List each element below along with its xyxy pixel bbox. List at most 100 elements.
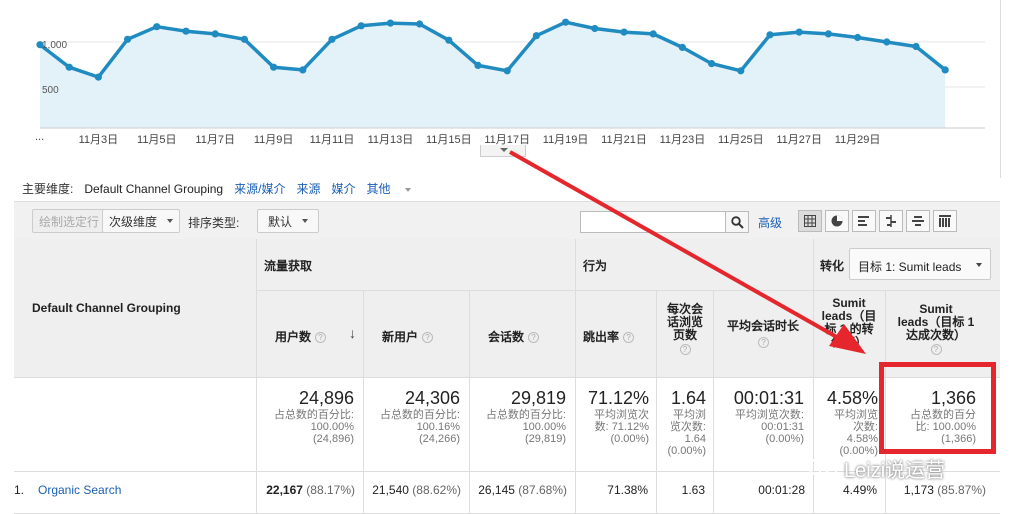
total-users-value: 24,896: [298, 388, 354, 408]
data-point[interactable]: [445, 36, 453, 44]
data-point[interactable]: [94, 73, 102, 81]
data-point[interactable]: [503, 67, 511, 75]
total-avg-duration-cell: 00:01:31 平均浏览次数: 00:01:31 (0.00%): [714, 378, 814, 472]
data-point[interactable]: [591, 24, 599, 33]
x-tick-label: 11月23日: [659, 134, 706, 146]
row-number: 1.: [14, 483, 25, 497]
sort-type-label: 排序类型:: [188, 216, 240, 230]
data-point[interactable]: [357, 22, 365, 30]
total-sessions-sub-1: 占总数的百分比:: [485, 409, 566, 421]
data-point[interactable]: [620, 28, 628, 36]
dimension-default-channel-grouping[interactable]: Default Channel Grouping: [84, 182, 223, 196]
data-point[interactable]: [65, 63, 73, 71]
column-header-new-users[interactable]: 新用户?: [364, 291, 470, 378]
data-point[interactable]: [941, 66, 949, 74]
column-header-users[interactable]: 用户数? ↓: [257, 291, 364, 378]
y-tick-1000: 1,000: [42, 40, 68, 51]
total-users-cell: 24,896 占总数的百分比: 100.00% (24,896): [257, 378, 364, 472]
column-header-bounce-rate[interactable]: 跳出率?: [576, 291, 657, 378]
total-new-users-sub-3: (24,266): [419, 433, 460, 445]
advanced-filter-link[interactable]: 高级: [758, 214, 782, 231]
table-toolbar: 绘制选定行 次级维度 排序类型: 默认 高级: [14, 201, 1000, 239]
column-header-pages-per-session[interactable]: 每次会 话浏览 页数 ?: [657, 291, 714, 378]
dimension-column-label: Default Channel Grouping: [32, 301, 181, 315]
data-point[interactable]: [883, 38, 891, 46]
dimension-column-header[interactable]: Default Channel Grouping: [14, 239, 257, 378]
sort-descending-icon: ↓: [349, 325, 356, 341]
data-point[interactable]: [532, 32, 541, 40]
help-icon[interactable]: ?: [315, 332, 327, 344]
column-conv-rate-label-4: 化率）: [830, 335, 867, 349]
data-point[interactable]: [854, 33, 862, 42]
dimension-medium[interactable]: 媒介: [331, 180, 355, 197]
plot-rows-button[interactable]: 绘制选定行: [32, 209, 107, 233]
column-header-conversion-rate[interactable]: Sumit leads（目 标 1 的转 化率）: [814, 291, 886, 378]
data-point[interactable]: [124, 35, 132, 43]
data-point[interactable]: [562, 18, 570, 26]
group-conversions-label: 转化: [820, 259, 845, 273]
data-point[interactable]: [416, 20, 424, 28]
dimension-other[interactable]: 其他: [366, 180, 411, 197]
view-term-cloud-button[interactable]: [906, 210, 930, 232]
help-icon[interactable]: ?: [623, 332, 635, 344]
help-icon[interactable]: ?: [930, 344, 942, 356]
view-pie-button[interactable]: [825, 210, 849, 232]
sort-type-dropdown[interactable]: 默认: [257, 209, 320, 233]
data-point[interactable]: [649, 30, 657, 38]
data-point[interactable]: [270, 63, 278, 71]
dimension-source[interactable]: 来源: [296, 180, 320, 197]
help-icon[interactable]: ?: [422, 332, 434, 344]
dimension-source-medium[interactable]: 来源/媒介: [234, 180, 285, 197]
total-sessions-value: 29,819: [510, 388, 566, 408]
data-point[interactable]: [182, 27, 190, 35]
search-button[interactable]: [725, 211, 749, 233]
data-point[interactable]: [386, 19, 394, 27]
total-bounce-sub-2: 数: 71.12%: [594, 421, 649, 433]
column-users-label: 用户数: [275, 330, 312, 344]
view-comparison-button[interactable]: [879, 210, 903, 232]
data-point[interactable]: [766, 31, 774, 39]
data-point[interactable]: [678, 43, 687, 52]
secondary-dimension-dropdown[interactable]: 次级维度: [102, 209, 181, 233]
term-cloud-icon: [912, 216, 924, 226]
row-channel-link[interactable]: Organic Search: [38, 483, 121, 497]
data-point[interactable]: [328, 35, 336, 43]
row-sessions-cell: 26,145 (87.68%): [470, 472, 576, 514]
data-point[interactable]: [795, 28, 803, 36]
data-point[interactable]: [240, 35, 248, 43]
help-icon[interactable]: ?: [758, 337, 769, 348]
x-tick-label: 11月19日: [542, 134, 589, 146]
data-point[interactable]: [708, 60, 716, 68]
total-new-users-sub-2: 100.16%: [416, 421, 460, 433]
x-tick-label: 11月21日: [601, 134, 647, 146]
data-point[interactable]: [153, 23, 161, 31]
total-conv-rate-sub-3: 4.58%: [846, 433, 878, 445]
column-header-avg-session-duration[interactable]: 平均会话时长 ?: [714, 291, 814, 378]
x-tick-label: 11月25日: [717, 134, 764, 146]
total-avg-duration-sub-3: (0.00%): [765, 433, 804, 445]
view-performance-button[interactable]: [852, 210, 876, 232]
data-point[interactable]: [474, 61, 482, 69]
chart-collapse-handle[interactable]: [480, 145, 526, 157]
data-point[interactable]: [912, 42, 920, 51]
total-sessions-sub-2: 100.00%: [522, 421, 566, 433]
x-tick-label: 11月13日: [367, 134, 414, 146]
total-new-users-value: 24,306: [404, 388, 460, 408]
view-table-button[interactable]: [798, 210, 822, 232]
view-pivot-button[interactable]: [933, 210, 957, 232]
data-point[interactable]: [211, 30, 219, 38]
goal-select-dropdown[interactable]: 目标 1: Sumit leads: [849, 248, 991, 280]
y-tick-500: 500: [42, 85, 59, 96]
column-header-sessions[interactable]: 会话数?: [470, 291, 576, 378]
data-point[interactable]: [737, 67, 745, 75]
session-trend-chart: 1,000 500 ... 11月3日 11月5日 11月7日 11月9日 11月11日…: [0, 0, 1012, 178]
help-icon[interactable]: ?: [528, 332, 540, 344]
table-search-input[interactable]: [580, 211, 726, 233]
secondary-dimension-label: 次级维度: [109, 214, 158, 229]
help-icon[interactable]: ?: [679, 344, 691, 356]
chevron-down-icon: [976, 263, 982, 267]
data-point[interactable]: [824, 30, 833, 38]
x-tick-label: 11月5日: [137, 134, 177, 146]
data-point[interactable]: [299, 66, 307, 74]
total-pages-sub-3: 1.64: [684, 433, 706, 445]
